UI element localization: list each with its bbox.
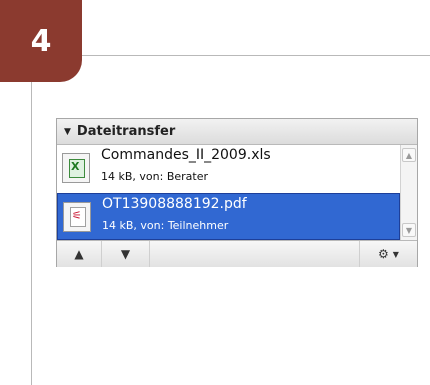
- file-list: Commandes_II_2009.xls 14 kB, von: Berate…: [57, 145, 400, 240]
- scroll-down-icon[interactable]: ▼: [402, 223, 416, 237]
- file-name: OT13908888192.pdf: [102, 196, 247, 212]
- divider-vertical: [31, 82, 32, 385]
- divider-horizontal: [82, 55, 430, 56]
- pdf-icon: [63, 202, 91, 232]
- vertical-scrollbar[interactable]: ▲ ▼: [400, 145, 417, 240]
- panel-title: Dateitransfer: [76, 124, 176, 139]
- file-name: Commandes_II_2009.xls: [101, 147, 271, 163]
- collapse-triangle-icon[interactable]: ▼: [64, 127, 71, 137]
- file-transfer-panel: ▼ Dateitransfer Commandes_II_2009.xls 14…: [56, 118, 418, 267]
- down-arrow-icon: ▼: [120, 247, 131, 261]
- step-number-badge: 4: [0, 0, 82, 82]
- scroll-up-icon[interactable]: ▲: [402, 148, 416, 162]
- up-arrow-icon: ▲: [74, 247, 84, 261]
- move-up-button[interactable]: ▲: [57, 241, 102, 267]
- file-meta: 14 kB, von: Berater: [101, 170, 208, 183]
- move-down-button[interactable]: ▼: [102, 241, 150, 267]
- xls-icon: [62, 153, 90, 183]
- chevron-down-icon: ▼: [392, 249, 399, 259]
- gear-icon: ⚙: [378, 247, 389, 261]
- list-item-selected[interactable]: OT13908888192.pdf 14 kB, von: Teilnehmer: [57, 193, 400, 240]
- panel-header[interactable]: ▼ Dateitransfer: [57, 119, 417, 145]
- options-menu-button[interactable]: ⚙ ▼: [359, 241, 417, 267]
- panel-toolbar: ▲ ▼ ⚙ ▼: [57, 240, 417, 267]
- list-item[interactable]: Commandes_II_2009.xls 14 kB, von: Berate…: [57, 145, 400, 192]
- file-meta: 14 kB, von: Teilnehmer: [102, 219, 229, 232]
- step-number: 4: [30, 23, 52, 59]
